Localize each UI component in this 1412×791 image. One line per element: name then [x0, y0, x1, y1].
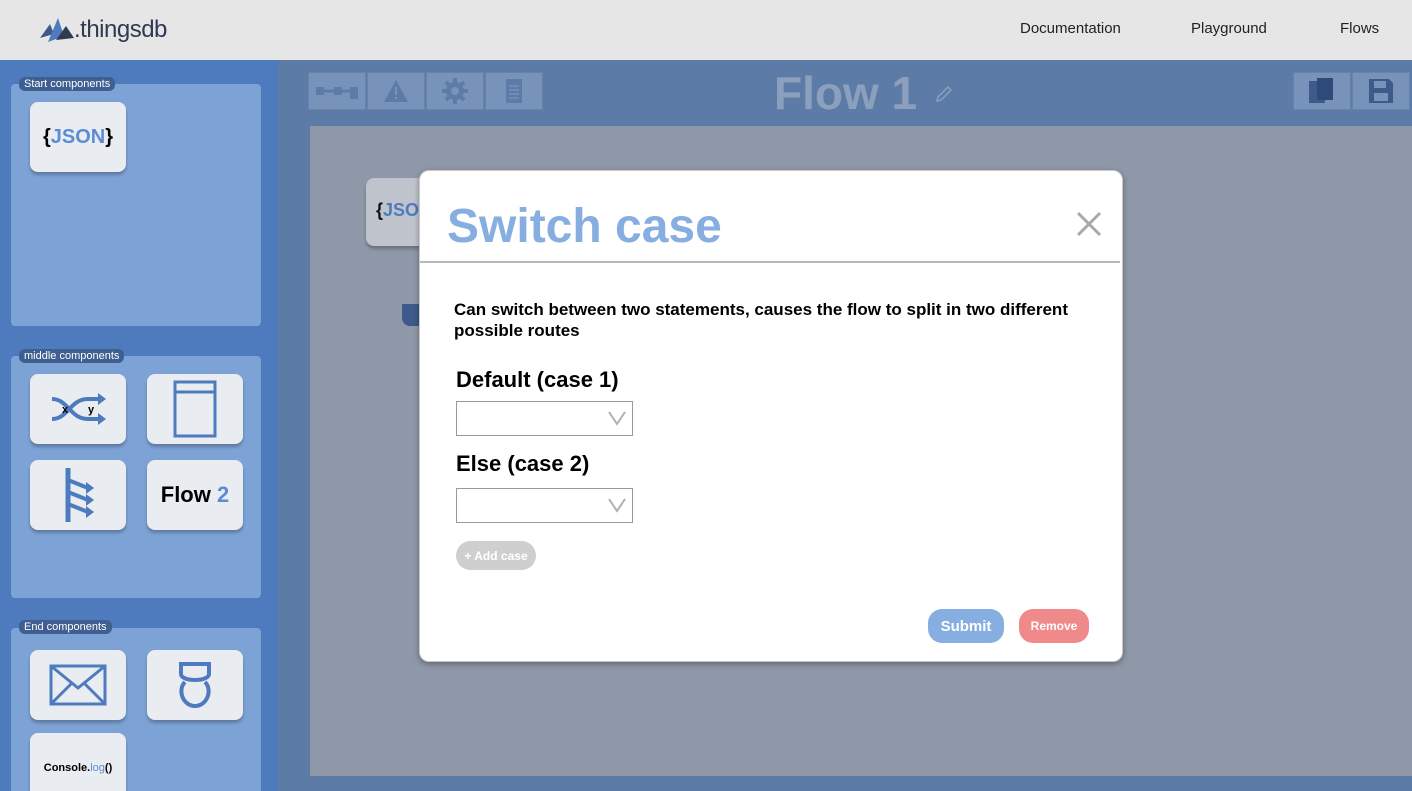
close-icon[interactable] [1074, 209, 1104, 239]
modal-description: Can switch between two statements, cause… [454, 300, 1068, 340]
middle-components-label: middle components [19, 349, 125, 363]
panel-tile[interactable] [147, 374, 243, 444]
document-button[interactable] [485, 72, 543, 110]
warning-icon [384, 80, 408, 102]
end-components-label: End components [19, 620, 112, 634]
nav-flows[interactable]: Flows [1340, 20, 1379, 37]
switch-tile[interactable]: x y [30, 374, 126, 444]
case2-select[interactable] [456, 488, 633, 523]
gear-icon [442, 78, 468, 104]
add-case-button[interactable]: + Add case [456, 541, 536, 570]
case1-select[interactable] [456, 401, 633, 436]
chevron-down-icon [608, 411, 626, 426]
console-log-tile[interactable]: Console.log() [30, 733, 126, 791]
svg-text:y: y [88, 404, 95, 416]
components-sidebar: Start components {JSON} middle component… [0, 60, 278, 791]
canvas-node-label: {JSO [376, 200, 420, 220]
json-tile[interactable]: {JSON} [30, 102, 126, 172]
robot-tile[interactable] [147, 650, 243, 720]
thingsdb-logo-icon [40, 18, 74, 42]
connector-button[interactable] [308, 72, 366, 110]
modal-title: Switch case [447, 200, 722, 253]
modal-divider [420, 261, 1120, 263]
svg-text:x: x [62, 404, 69, 416]
flow-title: Flow 1 [774, 67, 918, 119]
json-icon: {JSON} [42, 125, 114, 148]
copy-button[interactable] [1293, 72, 1351, 110]
settings-button[interactable] [426, 72, 484, 110]
thingsdb-logo[interactable]: .thingsdb [38, 12, 167, 48]
remove-button[interactable]: Remove [1019, 609, 1089, 643]
document-icon [506, 79, 522, 103]
branch-icon [65, 468, 94, 522]
mail-icon [49, 664, 107, 706]
chevron-down-icon [608, 498, 626, 513]
save-button[interactable] [1352, 72, 1410, 110]
case1-label: Default (case 1) [456, 367, 619, 392]
submit-button[interactable]: Submit [928, 609, 1004, 643]
start-components-label: Start components [19, 77, 116, 91]
logo-text: .thingsdb [74, 16, 167, 43]
pencil-icon[interactable] [934, 84, 954, 104]
mail-tile[interactable] [30, 650, 126, 720]
copy-icon [1309, 78, 1333, 103]
console-log-icon: Console.log() [43, 762, 113, 774]
panel-icon [173, 380, 217, 438]
nav-playground[interactable]: Playground [1191, 20, 1267, 37]
robot-icon [179, 662, 211, 709]
warning-button[interactable] [367, 72, 425, 110]
case2-label: Else (case 2) [456, 451, 590, 476]
branch-tile[interactable] [30, 460, 126, 530]
save-icon [1369, 79, 1393, 103]
top-navbar: .thingsdb Documentation Playground Flows [0, 0, 1412, 60]
switch-case-modal: Switch case Can switch between two state… [419, 170, 1123, 662]
flow2-icon: Flow 2 [160, 482, 230, 507]
switch-xy-icon: x y [51, 393, 106, 425]
nav-documentation[interactable]: Documentation [1020, 20, 1121, 37]
connector-icon [316, 87, 358, 99]
flow2-tile[interactable]: Flow 2 [147, 460, 243, 530]
